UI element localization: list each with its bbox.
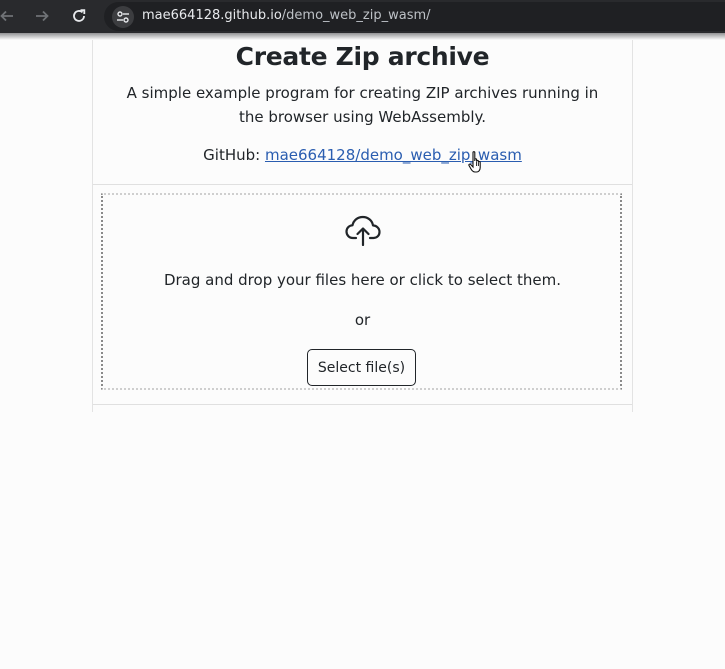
address-bar[interactable]: mae664128.github.io/demo_web_zip_wasm/ <box>104 2 725 31</box>
page-description: A simple example program for creating ZI… <box>126 84 599 126</box>
url-text[interactable]: mae664128.github.io/demo_web_zip_wasm/ <box>142 8 431 23</box>
browser-toolbar: mae664128.github.io/demo_web_zip_wasm/ <box>0 0 725 33</box>
github-label: GitHub: <box>203 146 265 164</box>
github-line: GitHub: mae664128/demo_web_zip_wasm <box>93 146 632 164</box>
main-card: Create Zip archive A simple example prog… <box>92 40 633 412</box>
dropzone-or: or <box>354 311 371 329</box>
page-title: Create Zip archive <box>235 42 490 71</box>
toolbar-shadow <box>0 33 725 40</box>
reload-button[interactable] <box>68 5 90 27</box>
url-host: mae664128.github.io <box>142 8 282 23</box>
back-button[interactable] <box>0 5 18 27</box>
forward-button[interactable] <box>31 5 53 27</box>
reload-icon <box>73 9 86 22</box>
page-header: Create Zip archive A simple example prog… <box>93 40 632 185</box>
cloud-upload-icon <box>345 215 381 246</box>
arrow-left-icon <box>0 10 13 22</box>
arrow-right-icon <box>36 10 49 22</box>
hand-pointer-icon <box>468 151 481 173</box>
divider <box>93 404 632 405</box>
select-files-button[interactable]: Select file(s) <box>307 349 416 386</box>
site-info-button[interactable] <box>112 6 134 28</box>
tune-icon <box>117 11 129 23</box>
dropzone-instruction: Drag and drop your files here or click t… <box>163 271 562 289</box>
url-path: /demo_web_zip_wasm/ <box>281 8 431 23</box>
